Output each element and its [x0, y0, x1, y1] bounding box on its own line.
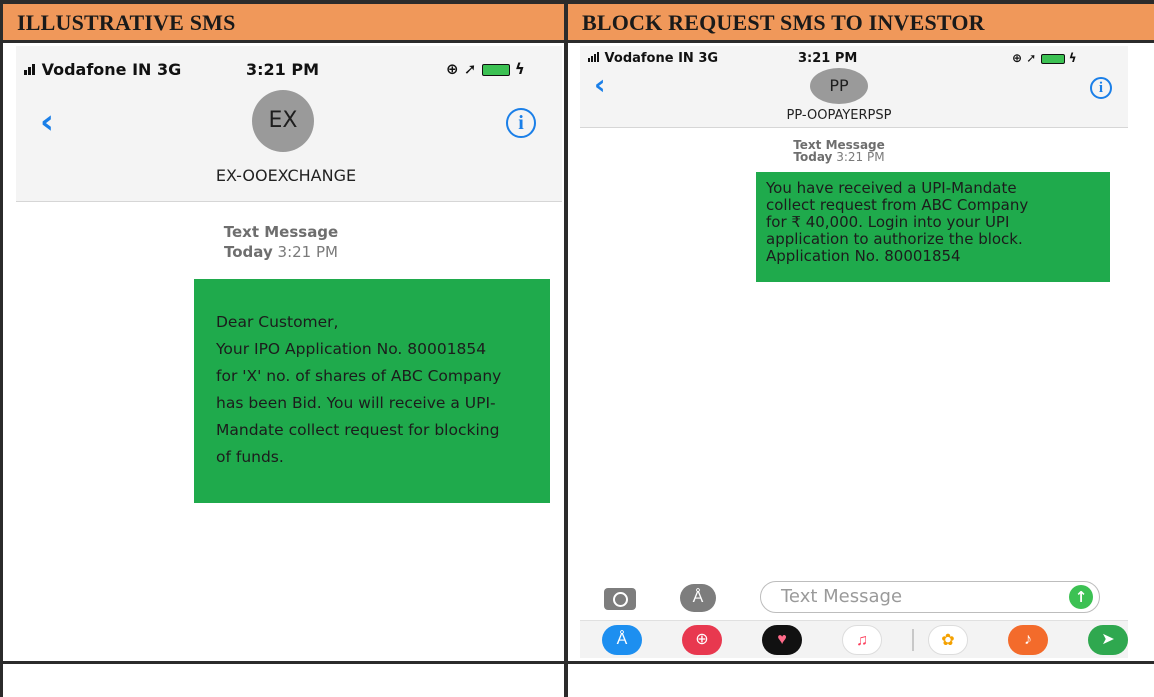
battery-icon [481, 63, 510, 76]
search-globe-icon[interactable]: ⊕ [682, 625, 722, 655]
lock-rotation-icon: ⊕ [446, 60, 459, 78]
heart-icon[interactable]: ♥ [762, 625, 802, 655]
guitar-icon[interactable]: ♪ [1008, 625, 1048, 655]
photos-icon[interactable]: ✿ [928, 625, 968, 655]
send-button[interactable]: ↑ [1069, 585, 1093, 609]
status-time: 3:21 PM [798, 51, 858, 66]
table-border-row [0, 661, 1154, 664]
message-day: Today [224, 243, 273, 261]
sms-line: collect request from ABC Company [766, 196, 1029, 214]
phone-screen-illustrative: Vodafone IN 3G 3:21 PM ⊕ ➚ ϟ ‹ EX EX-OOE… [16, 46, 562, 639]
sms-line: Your IPO Application No. 80001854 [216, 340, 487, 358]
table-border-left [0, 0, 3, 697]
header-illustrative-sms: ILLUSTRATIVE SMS [3, 4, 564, 40]
imessage-app-tray: Å ⊕ ♥ ♫ ✿ ♪ ➤ [580, 620, 1128, 658]
compose-bar: Å Text Message ↑ [580, 576, 1128, 616]
message-type: Text Message [223, 223, 339, 241]
sms-line: application to authorize the block. [766, 230, 1023, 248]
carrier-label: Vodafone IN 3G [604, 51, 719, 66]
camera-icon[interactable] [604, 588, 636, 610]
contact-name[interactable]: EX-OOEXCHANGE [206, 166, 366, 185]
charging-icon: ϟ [1068, 51, 1077, 65]
sms-line: Application No. 80001854 [766, 247, 961, 265]
sms-line: has been Bid. You will receive a UPI- [216, 394, 496, 412]
status-carrier: Vodafone IN 3G [588, 51, 718, 66]
app-store-icon[interactable]: Å [602, 625, 642, 655]
phone-screen-block-request: Vodafone IN 3G 3:21 PM ⊕ ➚ ϟ ‹ PP PP-OOP… [580, 46, 1128, 658]
sms-bubble: Dear Customer, Your IPO Application No. … [194, 279, 550, 503]
sms-line: for ₹ 40,000. Login into your UPI [766, 213, 1010, 231]
status-carrier: Vodafone IN 3G [24, 60, 181, 79]
location-icon: ➚ [463, 60, 477, 78]
message-day: Today [793, 150, 833, 164]
table-border-header [0, 40, 1154, 43]
music-icon[interactable]: ♫ [842, 625, 882, 655]
message-timestamp: Text Message Today 3:21 PM [216, 222, 346, 262]
charging-icon: ϟ [514, 60, 525, 78]
status-time: 3:21 PM [246, 60, 320, 79]
maps-icon[interactable]: ➤ [1088, 625, 1128, 655]
status-indicators: ⊕ ➚ ϟ [1012, 51, 1077, 65]
lock-rotation-icon: ⊕ [1012, 51, 1023, 65]
sms-line: Dear Customer, [216, 313, 339, 331]
tray-separator [912, 629, 914, 651]
message-input[interactable]: Text Message ↑ [760, 581, 1100, 613]
back-chevron-icon[interactable]: ‹ [40, 102, 54, 142]
sms-line: of funds. [216, 448, 284, 466]
app-store-icon[interactable]: Å [680, 584, 716, 612]
contact-avatar[interactable]: EX [252, 90, 314, 152]
status-indicators: ⊕ ➚ ϟ [446, 60, 525, 78]
contact-avatar[interactable]: PP [810, 68, 868, 104]
sms-bubble: You have received a UPI-Mandate collect … [756, 172, 1110, 282]
carrier-label: Vodafone IN 3G [41, 60, 182, 79]
header-block-request-sms: BLOCK REQUEST SMS TO INVESTOR [568, 4, 1154, 40]
message-input-placeholder: Text Message [781, 586, 903, 607]
signal-icon [24, 60, 36, 79]
message-time: 3:21 PM [277, 243, 338, 261]
location-icon: ➚ [1026, 51, 1037, 65]
table-border-middle [564, 0, 568, 697]
back-chevron-icon[interactable]: ‹ [594, 68, 606, 101]
sms-line: You have received a UPI-Mandate [766, 179, 1017, 197]
contact-name[interactable]: PP-OOPAYERPSP [750, 108, 928, 123]
info-icon[interactable]: i [1090, 77, 1112, 99]
battery-icon [1040, 53, 1065, 64]
signal-icon [588, 51, 600, 66]
sms-line: Mandate collect request for blocking [216, 421, 500, 439]
message-time: 3:21 PM [836, 150, 885, 164]
sms-line: for 'X' no. of shares of ABC Company [216, 367, 502, 385]
message-timestamp: Text Message Today 3:21 PM [775, 139, 903, 163]
info-icon[interactable]: i [506, 108, 536, 138]
